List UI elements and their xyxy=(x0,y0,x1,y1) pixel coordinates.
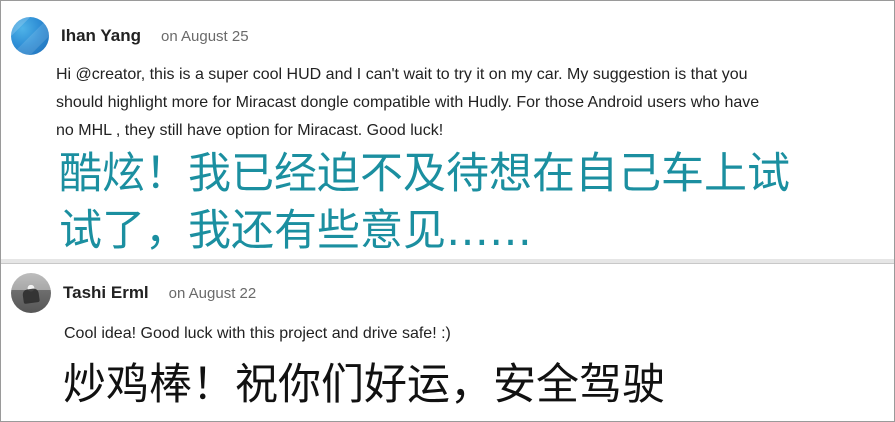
comment: Ihan Yang on August 25 Hi @creator, this… xyxy=(1,1,894,259)
author-name[interactable]: Tashi Erml xyxy=(63,283,149,303)
author-name[interactable]: Ihan Yang xyxy=(61,26,141,46)
comment: Tashi Erml on August 22 Cool idea! Good … xyxy=(1,263,894,422)
avatar[interactable] xyxy=(11,17,49,55)
comment-header: Tashi Erml on August 22 xyxy=(11,272,256,314)
comment-body: Cool idea! Good luck with this project a… xyxy=(64,325,451,342)
comment-translation: 炒鸡棒！祝你们好运，安全驾驶 xyxy=(63,360,665,410)
comment-header: Ihan Yang on August 25 xyxy=(11,16,249,56)
comment-body: Hi @creator, this is a super cool HUD an… xyxy=(56,66,760,139)
comments-panel: Ihan Yang on August 25 Hi @creator, this… xyxy=(0,0,895,422)
comment-date: on August 22 xyxy=(168,284,257,302)
comment-date: on August 25 xyxy=(161,27,249,45)
comment-translation: 酷炫！我已经迫不及待想在自己车上试 试了，我还有些意见…… xyxy=(59,149,790,256)
avatar[interactable] xyxy=(11,273,51,313)
